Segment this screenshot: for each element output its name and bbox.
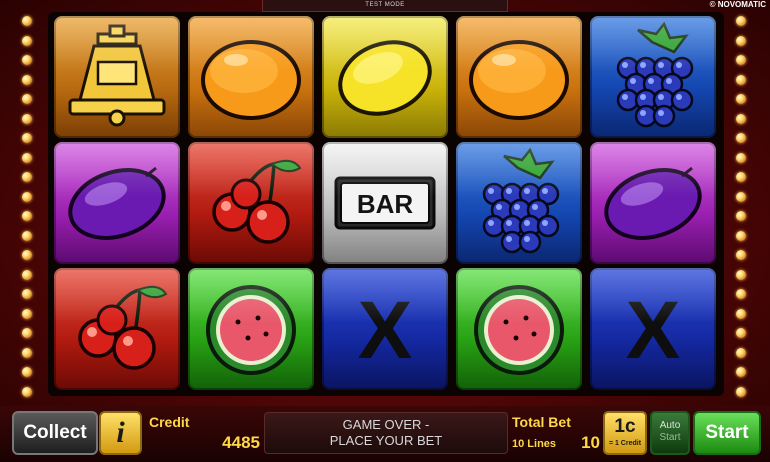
slot-machine-screen: TEST MODE © NOVOMATIC BAR X X Collect i … [0,0,770,462]
reel-area: BAR X X [48,12,724,396]
bar-symbol-text: BAR [357,189,414,219]
total-bet-display: Total Bet 10 Lines 10 [510,412,602,454]
light-bulb [736,386,746,397]
light-bulb [736,211,746,221]
light-bulb [22,55,32,65]
light-bulb [22,367,32,377]
light-bulb [736,133,746,143]
brand-logo: © NOVOMATIC [709,0,766,9]
light-bulb [736,152,746,163]
light-bulb [22,191,32,202]
light-bulb [22,94,32,104]
x-symbol-text: X [358,285,413,376]
auto-label: Auto [659,420,681,431]
info-button[interactable]: i [99,411,142,455]
collect-button[interactable]: Collect [12,411,98,455]
light-bulb [736,347,746,358]
light-bulb [22,308,32,319]
light-bulb [736,74,746,85]
plum-symbol [590,142,716,264]
message-line-2: PLACE YOUR BET [329,433,443,448]
light-bulb [22,16,32,26]
light-bulb [736,94,746,104]
light-bulb [22,113,32,124]
light-bulb [22,230,32,241]
watermelon-symbol [456,268,582,390]
credit-display: Credit 4485 [145,412,262,454]
light-bulb [736,269,746,280]
message-display: GAME OVER - PLACE YOUR BET [264,412,508,454]
total-bet-value: 10 [581,433,600,452]
light-bulb [22,172,32,182]
denomination-button[interactable]: 1c = 1 Credit [603,411,647,455]
x-symbol-text: X [626,285,681,376]
light-bulb [22,289,32,299]
lemon-symbol [322,16,448,138]
watermelon-symbol [188,268,314,390]
grapes-symbol [456,142,582,264]
light-bulb [736,55,746,65]
bell-symbol [54,16,180,138]
light-bulb [22,250,32,260]
total-bet-label: Total Bet [512,414,571,430]
plum-symbol [54,142,180,264]
mode-indicator: TEST MODE [262,0,508,12]
light-bulb [736,172,746,182]
light-bulb [736,250,746,260]
start-button[interactable]: Start [693,411,761,455]
light-bulb [22,35,32,46]
credit-label: Credit [149,414,190,430]
grapes-symbol [590,16,716,138]
message-line-1: GAME OVER - [342,417,430,432]
x-symbol: X [590,268,716,390]
light-bulb [22,386,32,397]
light-bulb [22,74,32,85]
light-bulb [736,35,746,46]
cherry-symbol [188,142,314,264]
denomination-subtext: = 1 Credit [608,440,642,447]
orange-symbol [456,16,582,138]
x-symbol: X [322,268,448,390]
cherry-symbol [54,268,180,390]
light-column-left [20,14,34,406]
light-bulb [736,113,746,124]
light-bulb [736,191,746,202]
light-bulb [22,347,32,358]
auto-start-label: Start [659,432,681,443]
light-bulb [22,211,32,221]
credit-value: 4485 [222,433,260,452]
light-bulb [736,230,746,241]
light-bulb [736,289,746,299]
light-column-right [734,14,748,406]
light-bulb [736,16,746,26]
orange-symbol [188,16,314,138]
light-bulb [22,152,32,163]
lines-label: 10 Lines [512,438,557,450]
light-bulb [736,328,746,338]
bar-symbol: BAR [322,142,448,264]
denomination-value: 1c [614,416,636,437]
light-bulb [22,269,32,280]
light-bulb [22,133,32,143]
light-bulb [736,308,746,319]
auto-start-button[interactable]: Auto Start [650,411,690,455]
light-bulb [736,367,746,377]
light-bulb [22,328,32,338]
